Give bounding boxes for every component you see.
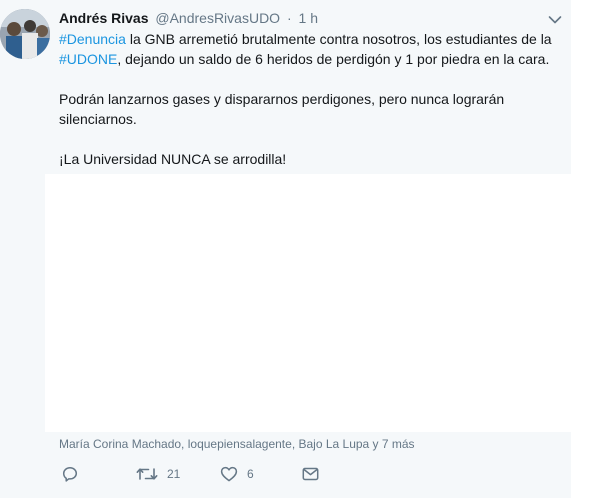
tweet-text-segment: ¡La Universidad NUNCA se arrodilla! bbox=[59, 151, 287, 167]
retweet-icon bbox=[136, 466, 158, 482]
tweet[interactable]: Andrés Rivas @AndresRivasUDO · 1 h #Denu… bbox=[0, 0, 571, 498]
retweet-button[interactable]: 21 bbox=[136, 464, 180, 484]
tweet-paragraph: Podrán lanzarnos gases y dispararnos per… bbox=[59, 89, 559, 129]
tweet-text: #Denuncia la GNB arremetió brutalmente c… bbox=[59, 29, 559, 169]
retweet-count: 21 bbox=[167, 467, 181, 481]
author-fullname[interactable]: Andrés Rivas bbox=[59, 10, 148, 26]
avatar[interactable] bbox=[0, 9, 50, 59]
reply-icon bbox=[62, 466, 78, 482]
social-context[interactable]: María Corina Machado, loquepiensalagente… bbox=[59, 437, 415, 451]
reply-button[interactable] bbox=[62, 464, 87, 484]
heart-icon bbox=[220, 466, 238, 482]
tweet-header: Andrés Rivas @AndresRivasUDO · 1 h bbox=[59, 9, 318, 27]
tweet-text-segment: , dejando un saldo de 6 heridos de perdi… bbox=[117, 51, 550, 67]
like-count: 6 bbox=[247, 467, 254, 481]
hashtag-link[interactable]: #UDONE bbox=[59, 51, 117, 67]
header-separator: · bbox=[286, 10, 292, 26]
chevron-down-icon[interactable] bbox=[548, 12, 562, 24]
hashtag-link[interactable]: #Denuncia bbox=[59, 31, 126, 47]
media-container[interactable] bbox=[45, 174, 571, 432]
tweet-timestamp[interactable]: 1 h bbox=[299, 10, 318, 26]
like-button[interactable]: 6 bbox=[220, 464, 254, 484]
direct-message-button[interactable] bbox=[302, 464, 319, 484]
tweet-paragraph: #Denuncia la GNB arremetió brutalmente c… bbox=[59, 29, 559, 69]
tweet-paragraph: ¡La Universidad NUNCA se arrodilla! bbox=[59, 149, 559, 169]
author-username[interactable]: @AndresRivasUDO bbox=[155, 10, 280, 26]
tweet-text-segment: Podrán lanzarnos gases y dispararnos per… bbox=[59, 91, 505, 127]
tweet-text-segment: la GNB arremetió brutalmente contra noso… bbox=[125, 31, 552, 47]
envelope-icon bbox=[302, 466, 319, 482]
